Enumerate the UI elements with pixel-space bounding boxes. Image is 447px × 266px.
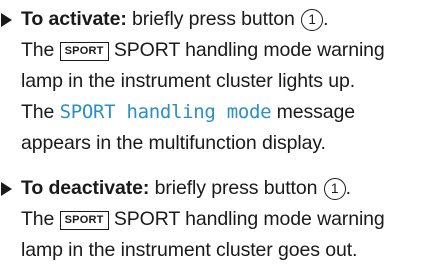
activate-line-2-post: SPORT handling mode warning: [108, 39, 385, 61]
activate-press-text: briefly press button: [126, 8, 301, 30]
deactivate-step: To deactivate: briefly press button 1. T…: [0, 173, 447, 266]
activate-lead: To activate:: [21, 8, 127, 30]
triangle-bullet-icon: [1, 182, 12, 196]
triangle-bullet-icon: [1, 13, 12, 27]
deactivate-line-2-post: SPORT handling mode warning: [108, 208, 385, 230]
deactivate-line-2-pre: The: [21, 208, 60, 230]
activate-step: To activate: briefly press button 1. The…: [0, 4, 447, 159]
activate-period: .: [323, 8, 329, 30]
deactivate-period: .: [345, 177, 351, 199]
button-1-circle-icon: 1: [301, 9, 324, 31]
activate-line-2: The SPORT SPORT handling mode warning: [21, 35, 447, 66]
manual-instructions: To activate: briefly press button 1. The…: [0, 0, 447, 266]
deactivate-press-text: briefly press button: [149, 177, 323, 199]
deactivate-line-2: The SPORT SPORT handling mode warning: [21, 204, 447, 235]
activate-line-4-pre: The: [21, 101, 60, 123]
display-message: SPORT handling mode: [59, 101, 272, 123]
activate-line-2-pre: The: [21, 39, 60, 61]
activate-line-1: To activate: briefly press button 1.: [21, 4, 447, 35]
sport-lamp-icon: SPORT: [59, 42, 109, 61]
activate-line-4: The SPORT handling mode message: [21, 97, 447, 128]
activate-line-5: appears in the multifunction display.: [21, 132, 326, 154]
deactivate-line-3: lamp in the instrument cluster goes out.: [21, 239, 358, 261]
deactivate-lead: To deactivate:: [21, 177, 150, 199]
activate-line-4-post: message: [271, 101, 356, 123]
button-1-circle-icon: 1: [323, 178, 346, 200]
activate-line-3: lamp in the instrument cluster lights up…: [21, 70, 356, 92]
deactivate-line-1: To deactivate: briefly press button 1.: [21, 173, 447, 204]
sport-lamp-icon: SPORT: [59, 211, 109, 230]
